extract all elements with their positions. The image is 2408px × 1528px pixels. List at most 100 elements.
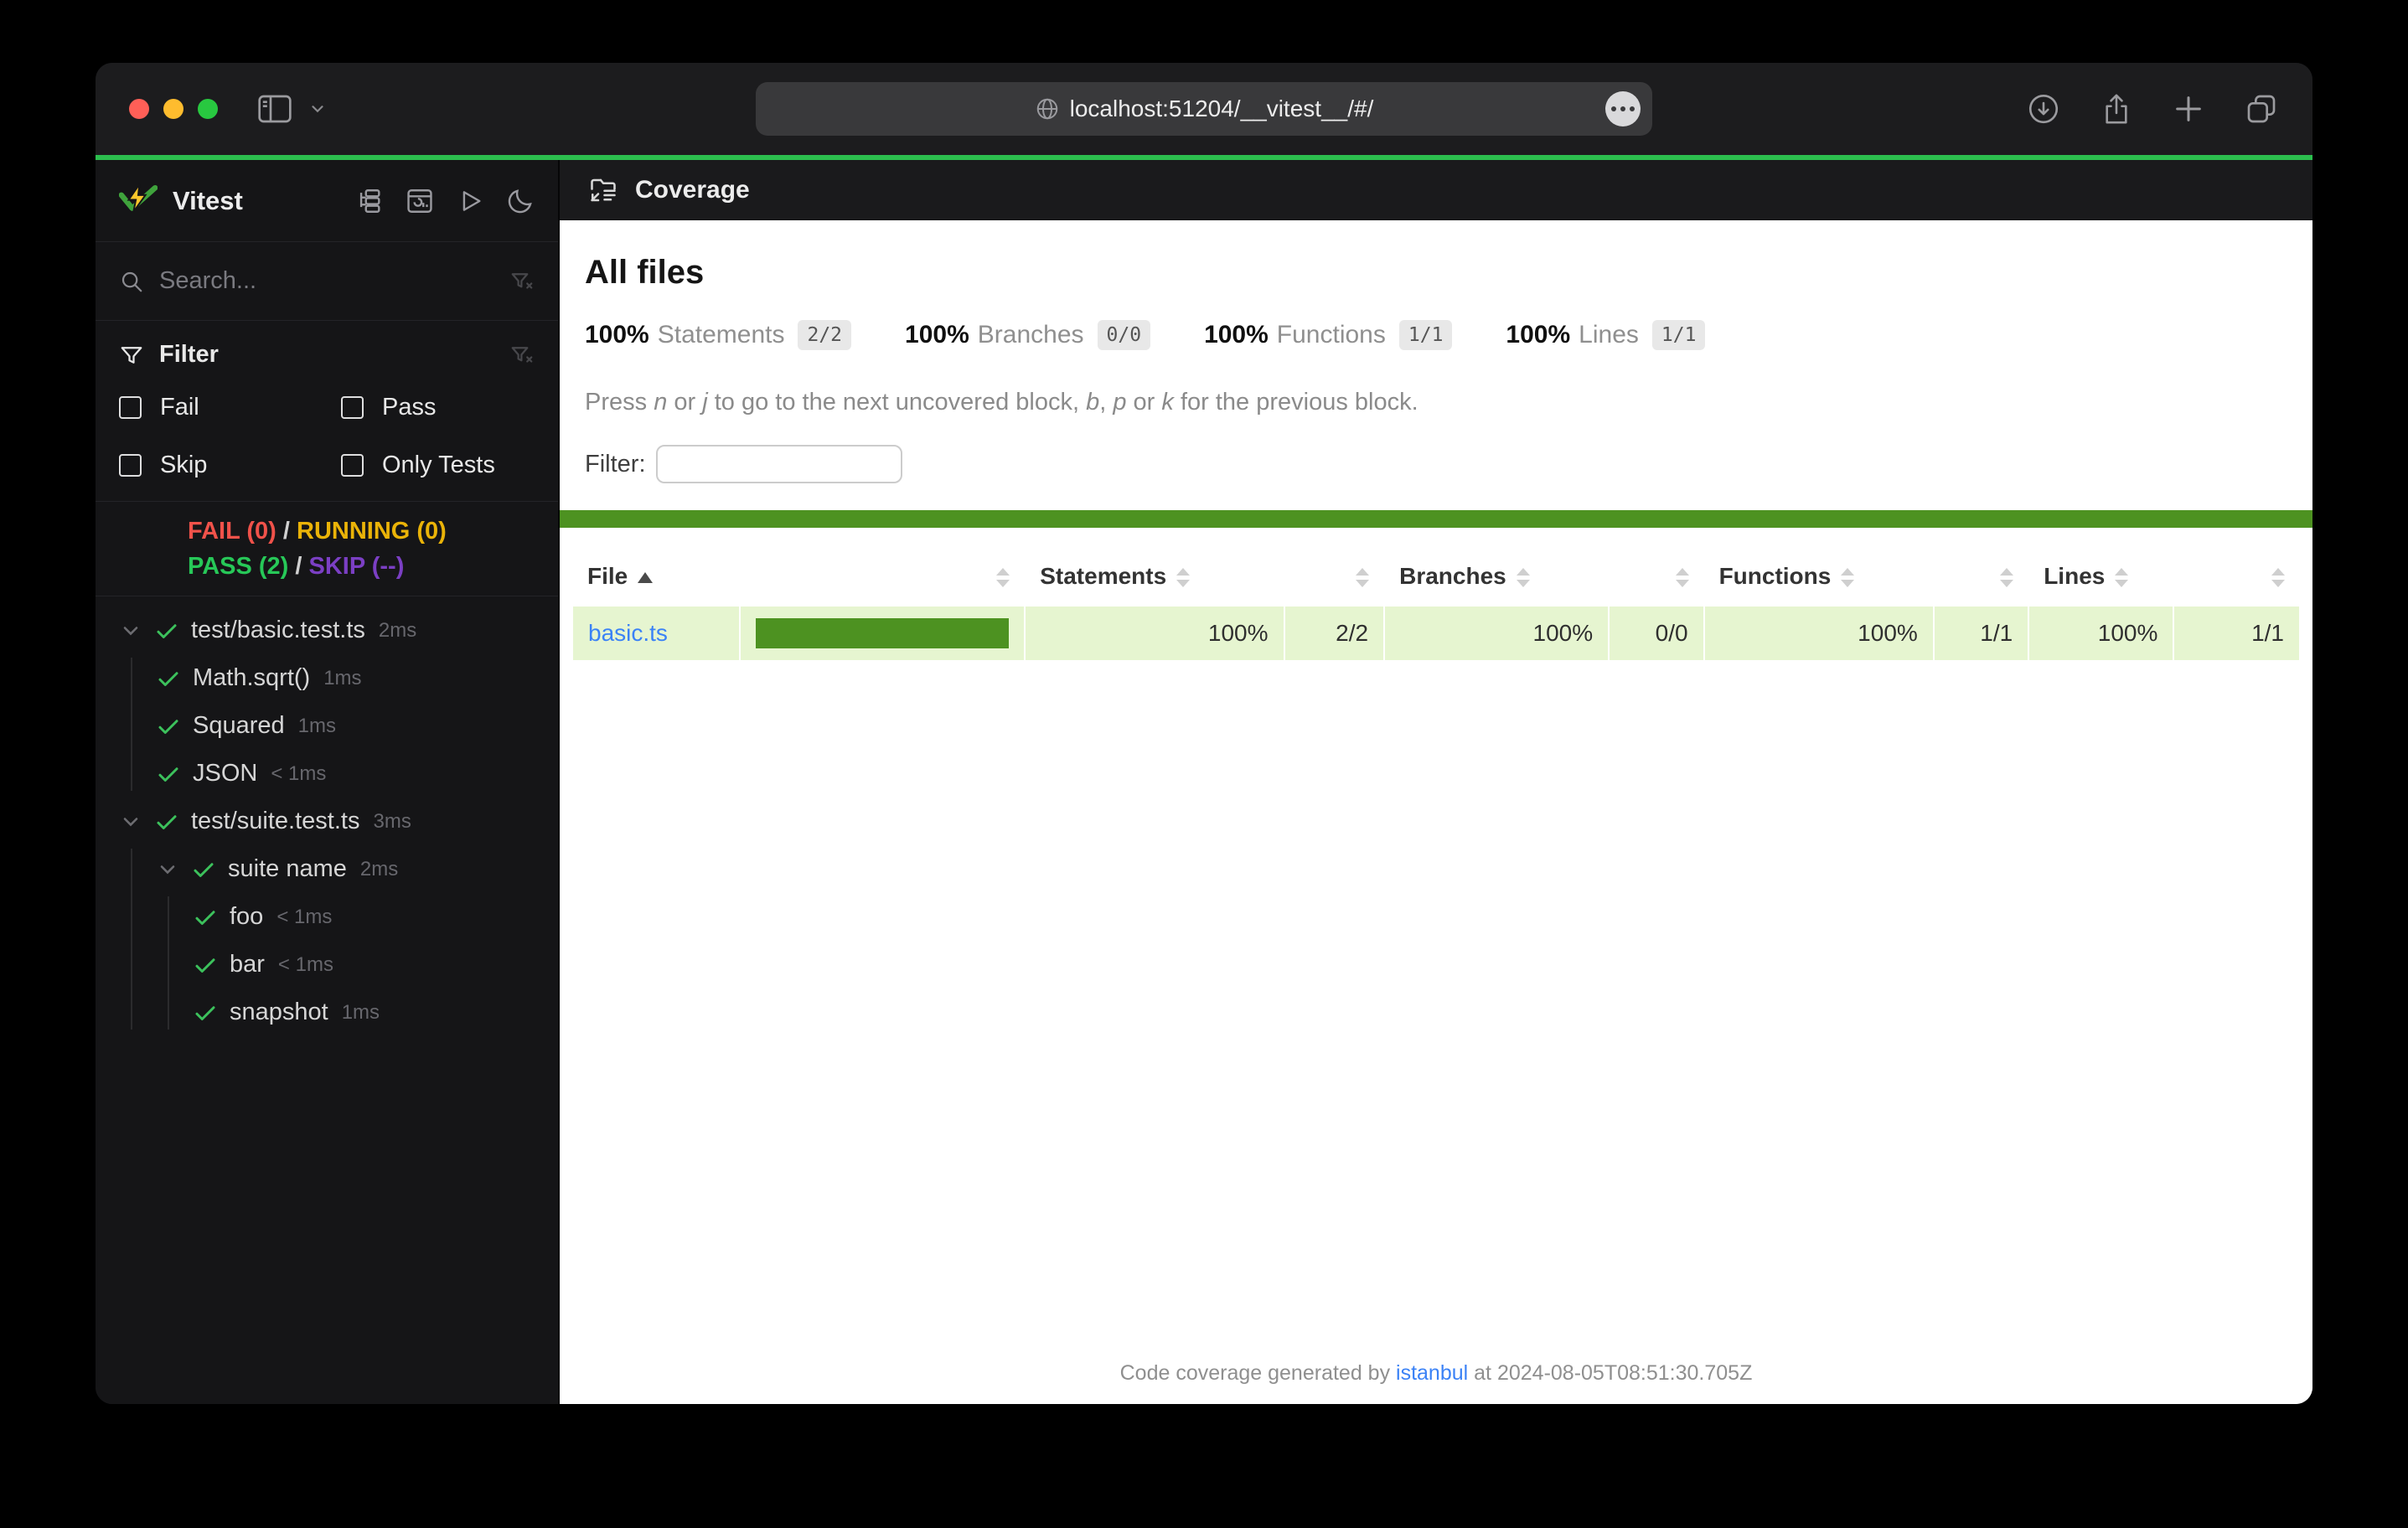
- file-filter-label: Filter:: [585, 451, 646, 478]
- file-link[interactable]: basic.ts: [588, 620, 668, 646]
- checkbox-icon[interactable]: [341, 454, 364, 477]
- downloads-icon[interactable]: [2026, 91, 2061, 126]
- tree-file-row[interactable]: test/suite.test.ts 3ms: [96, 798, 558, 845]
- test-duration: 2ms: [379, 619, 416, 643]
- filter-checkbox-pass[interactable]: Pass: [341, 394, 535, 421]
- tree-suite-row[interactable]: suite name 2ms: [96, 845, 558, 893]
- report-footer: Code coverage generated by istanbul at 2…: [560, 1361, 2312, 1386]
- test-duration: < 1ms: [278, 953, 333, 977]
- istanbul-link[interactable]: istanbul: [1396, 1361, 1468, 1385]
- tree-test-row[interactable]: JSON < 1ms: [96, 750, 558, 798]
- stat-branches: 100% Branches 0/0: [905, 320, 1150, 350]
- coverage-header-bar: Coverage: [560, 160, 2312, 220]
- dashboard-icon[interactable]: [406, 187, 434, 215]
- indent-guide: [168, 896, 169, 1030]
- test-file-name: test/basic.test.ts: [191, 617, 365, 644]
- sorter-icon[interactable]: [2115, 568, 2128, 587]
- dark-mode-icon[interactable]: [506, 187, 535, 215]
- sorter-icon[interactable]: [2000, 568, 2013, 587]
- new-tab-icon[interactable]: [2172, 92, 2205, 126]
- chevron-down-icon[interactable]: [156, 858, 179, 881]
- test-run-summary: FAIL (0) / RUNNING (0) PASS (2) / SKIP (…: [96, 501, 558, 596]
- tree-test-row[interactable]: snapshot 1ms: [96, 989, 558, 1036]
- stat-lines: 100% Lines 1/1: [1506, 320, 1705, 350]
- column-branches[interactable]: Branches: [1384, 548, 1609, 606]
- fail-count: FAIL (0): [188, 518, 276, 545]
- keyboard-hint: Press n or j to go to the next uncovered…: [585, 389, 2287, 416]
- chevron-down-icon[interactable]: [308, 100, 327, 118]
- browser-titlebar: localhost:51204/__vitest__/#/: [96, 63, 2312, 155]
- sort-ascending-icon: [638, 572, 653, 583]
- test-duration: 2ms: [360, 858, 398, 881]
- stat-statements: 100% Statements 2/2: [585, 320, 851, 350]
- sorter-icon[interactable]: [996, 568, 1010, 587]
- pass-check-icon: [154, 809, 179, 834]
- column-statements[interactable]: Statements: [1025, 548, 1284, 606]
- running-count: RUNNING (0): [297, 518, 447, 545]
- statements-pct-cell: 100%: [1025, 606, 1284, 661]
- tree-test-row[interactable]: Math.sqrt() 1ms: [96, 654, 558, 702]
- browser-window: localhost:51204/__vitest__/#/: [96, 63, 2312, 1404]
- search-input[interactable]: [159, 267, 509, 295]
- column-statements-raw[interactable]: [1284, 548, 1385, 606]
- branches-pct-cell: 100%: [1384, 606, 1609, 661]
- checkbox-icon[interactable]: [341, 396, 364, 419]
- file-filter-input[interactable]: [656, 445, 902, 483]
- column-lines-raw[interactable]: [2173, 548, 2300, 606]
- tree-test-row[interactable]: Squared 1ms: [96, 702, 558, 750]
- filter-checkbox-fail[interactable]: Fail: [119, 394, 341, 421]
- zoom-window-button[interactable]: [198, 99, 218, 119]
- run-all-icon[interactable]: [456, 187, 484, 215]
- sidebar-toggle-icon[interactable]: [258, 95, 292, 123]
- file-cell: basic.ts: [572, 606, 740, 661]
- test-duration: < 1ms: [276, 906, 332, 929]
- sorter-icon[interactable]: [1356, 568, 1369, 587]
- coverage-report-icon: [588, 175, 618, 205]
- sorter-icon[interactable]: [1517, 568, 1530, 587]
- sorter-icon[interactable]: [1676, 568, 1689, 587]
- sorter-icon[interactable]: [1176, 568, 1190, 587]
- pass-check-icon: [191, 857, 216, 882]
- functions-pct-cell: 100%: [1704, 606, 1934, 661]
- test-name: Squared: [193, 712, 285, 740]
- checkbox-icon[interactable]: [119, 454, 142, 477]
- address-bar[interactable]: localhost:51204/__vitest__/#/: [756, 82, 1652, 136]
- clear-filter-icon[interactable]: [509, 343, 535, 368]
- tree-test-row[interactable]: bar < 1ms: [96, 941, 558, 989]
- column-functions-raw[interactable]: [1934, 548, 2028, 606]
- filter-checkbox-skip[interactable]: Skip: [119, 452, 341, 479]
- column-lines[interactable]: Lines: [2028, 548, 2173, 606]
- fraction-badge: 1/1: [1399, 320, 1453, 350]
- test-duration: < 1ms: [271, 762, 326, 786]
- test-name: snapshot: [230, 999, 328, 1026]
- test-name: Math.sqrt(): [193, 664, 310, 692]
- coverage-bar-fill: [756, 618, 1009, 648]
- page-settings-button[interactable]: [1605, 91, 1641, 126]
- sorter-icon[interactable]: [2271, 568, 2285, 587]
- test-duration: 1ms: [342, 1001, 380, 1025]
- filter-checkbox-only-tests[interactable]: Only Tests: [341, 452, 535, 479]
- column-functions[interactable]: Functions: [1704, 548, 1934, 606]
- test-duration: 3ms: [373, 810, 411, 834]
- column-branches-raw[interactable]: [1609, 548, 1703, 606]
- table-header-row: File Statements Branches Functions Lines: [572, 548, 2300, 606]
- pass-check-icon: [193, 952, 218, 978]
- column-file[interactable]: File: [572, 548, 740, 606]
- chevron-down-icon[interactable]: [119, 810, 142, 834]
- tree-test-row[interactable]: foo < 1ms: [96, 893, 558, 941]
- tree-view-icon[interactable]: [355, 187, 384, 215]
- sorter-icon[interactable]: [1841, 568, 1854, 587]
- tab-overview-icon[interactable]: [2244, 92, 2279, 126]
- share-icon[interactable]: [2100, 91, 2133, 126]
- tree-file-row[interactable]: test/basic.test.ts 2ms: [96, 607, 558, 654]
- close-window-button[interactable]: [129, 99, 149, 119]
- minimize-window-button[interactable]: [163, 99, 183, 119]
- clear-search-filter-icon[interactable]: [509, 269, 535, 294]
- pass-check-icon: [156, 714, 181, 739]
- test-duration: 1ms: [323, 667, 361, 690]
- chevron-down-icon[interactable]: [119, 619, 142, 643]
- test-duration: 1ms: [298, 715, 336, 738]
- report-title: All files: [585, 254, 2287, 292]
- column-chart[interactable]: [740, 548, 1025, 606]
- checkbox-icon[interactable]: [119, 396, 142, 419]
